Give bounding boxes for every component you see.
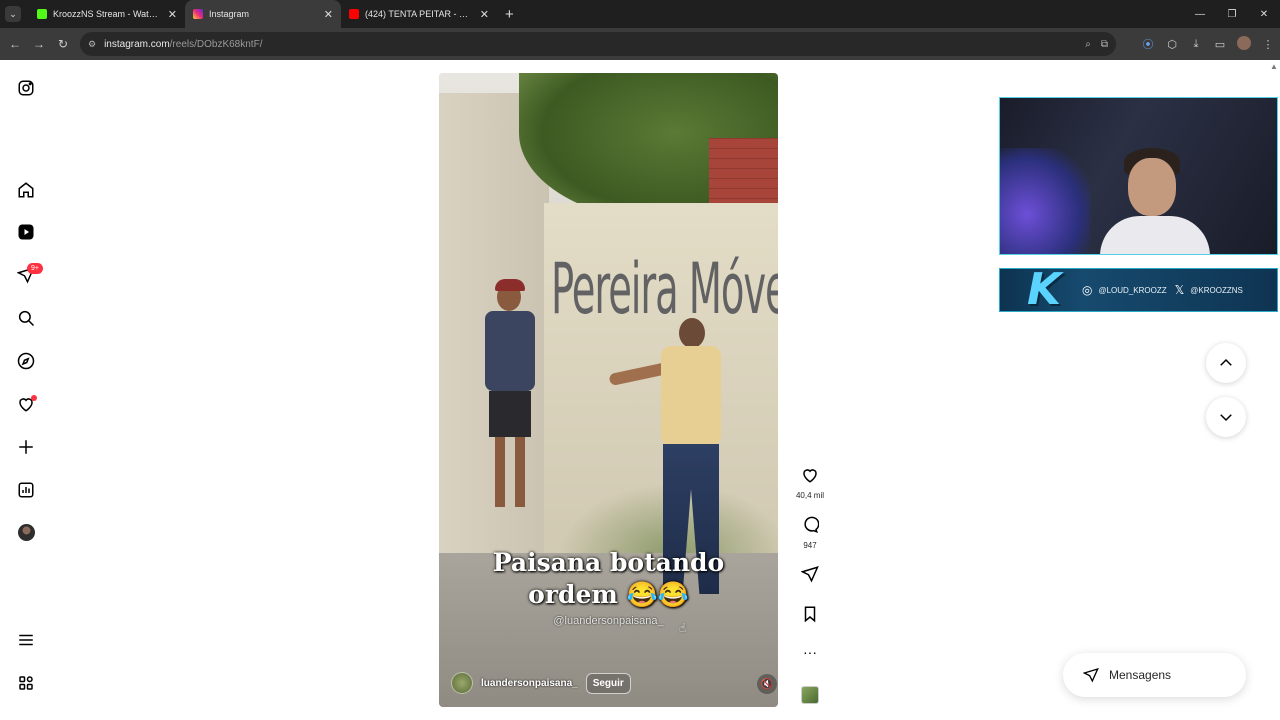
- home-icon[interactable]: [16, 180, 36, 200]
- instagram-icon: ◎: [1082, 283, 1093, 297]
- instagram-logo-icon[interactable]: [16, 78, 36, 98]
- browser-tab-strip: ⌄ KroozzNS Stream - Watch Live ✕ Instagr…: [0, 0, 1280, 28]
- instagram-handle-text: @LOUD_KROOZZ: [1098, 285, 1167, 295]
- x-logo-icon: 𝕏: [1174, 283, 1185, 297]
- reels-icon[interactable]: [16, 222, 36, 242]
- comment-icon: [804, 516, 820, 534]
- scroll-up-icon[interactable]: ▲: [1270, 62, 1278, 71]
- heart-icon: [803, 469, 817, 483]
- zoom-icon[interactable]: ⌕: [1085, 39, 1091, 50]
- reel-video[interactable]: Pereira Móve Paisana botando ordem 😂😂 @l…: [439, 73, 778, 707]
- next-reel-button[interactable]: [1206, 397, 1246, 437]
- video-person-left: [481, 279, 539, 523]
- also-from-meta-icon[interactable]: [16, 673, 36, 693]
- forward-icon[interactable]: →: [27, 37, 51, 51]
- tab-title: KroozzNS Stream - Watch Live: [53, 9, 162, 19]
- sidebar-toggle-icon[interactable]: ▭: [1208, 38, 1232, 51]
- more-options-icon[interactable]: ···: [795, 645, 825, 659]
- close-window-icon[interactable]: ✕: [1248, 9, 1280, 20]
- browser-toolbar: ← → ↻ ⚙ instagram.com/reels/DObzK68kntF/…: [0, 28, 1280, 60]
- site-info-icon[interactable]: ⚙: [88, 39, 96, 50]
- like-count: 40,4 mil: [795, 491, 824, 500]
- messages-label: Mensagens: [1109, 668, 1172, 682]
- notification-dot: [31, 395, 37, 401]
- author-username[interactable]: luandersonpaisana_: [481, 678, 578, 689]
- chevron-up-icon: [1220, 358, 1232, 366]
- window-controls: — ❐ ✕: [1184, 0, 1280, 28]
- restore-icon[interactable]: ❐: [1216, 9, 1248, 20]
- kroozz-logo: K: [1026, 264, 1062, 315]
- tab-instagram[interactable]: Instagram ✕: [185, 0, 341, 28]
- video-watermark-handle: @luandersonpaisana_: [553, 615, 664, 627]
- tab-youtube[interactable]: (424) TENTA PEITAR - MC GP, V ✕: [341, 0, 497, 28]
- share-icon: [800, 566, 819, 583]
- video-brick-wall: [709, 138, 778, 208]
- instagram-sidebar: 9+: [0, 60, 52, 720]
- audio-thumbnail[interactable]: [801, 686, 819, 704]
- download-icon[interactable]: ⤓: [1184, 38, 1208, 51]
- tab-close-icon[interactable]: ✕: [168, 8, 177, 21]
- reel-author-bar: luandersonpaisana_ Seguir 🔇: [451, 670, 777, 696]
- share-button[interactable]: [795, 565, 825, 588]
- search-icon[interactable]: [16, 308, 36, 328]
- tab-title: (424) TENTA PEITAR - MC GP, V: [365, 9, 474, 19]
- bookmark-icon: [804, 606, 816, 623]
- address-bar[interactable]: ⚙ instagram.com/reels/DObzK68kntF/ ⌕ ⧉: [80, 32, 1116, 56]
- messages-button[interactable]: Mensagens: [1063, 653, 1246, 697]
- new-tab-button[interactable]: +: [505, 6, 514, 23]
- stream-social-banner: K ◎ @LOUD_KROOZZ 𝕏 @KROOZZNS: [999, 268, 1278, 312]
- reload-icon[interactable]: ↻: [51, 37, 75, 51]
- dashboard-icon[interactable]: [16, 480, 36, 500]
- minimize-icon[interactable]: —: [1184, 9, 1216, 20]
- caption-line-1: Paisana botando: [492, 548, 725, 577]
- x-handle-text: @KROOZZNS: [1190, 285, 1243, 295]
- extension-icon[interactable]: ⦿: [1136, 36, 1160, 52]
- webcam-streamer: [1100, 146, 1210, 254]
- tab-search-icon[interactable]: ⌄: [5, 6, 21, 22]
- comment-button[interactable]: 947: [795, 516, 825, 550]
- direct-send-icon: [1083, 667, 1099, 683]
- more-menu-icon[interactable]: [16, 630, 36, 650]
- install-app-icon[interactable]: ⧉: [1101, 39, 1108, 50]
- streamer-webcam: [999, 97, 1278, 255]
- page-scrollbar[interactable]: ▲: [1268, 60, 1280, 720]
- browser-menu-icon[interactable]: ⋮: [1256, 38, 1280, 51]
- kick-favicon-icon: [37, 9, 47, 19]
- webcam-led-light: [1000, 148, 1090, 254]
- video-caption: Paisana botando ordem 😂😂: [439, 547, 778, 611]
- instagram-handle: ◎ @LOUD_KROOZZ: [1082, 283, 1167, 297]
- extensions-puzzle-icon[interactable]: ⬡: [1160, 38, 1184, 51]
- youtube-favicon-icon: [349, 9, 359, 19]
- url-path: /reels/DObzK68kntF/: [169, 38, 263, 50]
- profile-avatar[interactable]: [1232, 35, 1256, 53]
- profile-avatar[interactable]: [18, 524, 35, 541]
- toolbar-actions: ⦿ ⬡ ⤓ ▭ ⋮: [1136, 28, 1280, 60]
- tab-close-icon[interactable]: ✕: [480, 8, 489, 21]
- like-button[interactable]: 40,4 mil: [795, 466, 825, 500]
- x-handle: 𝕏 @KROOZZNS: [1175, 283, 1243, 297]
- hand-cursor-icon: ☝: [679, 621, 687, 635]
- muted-audio-icon[interactable]: 🔇: [757, 674, 777, 694]
- create-plus-icon[interactable]: [16, 437, 36, 457]
- back-icon[interactable]: ←: [3, 37, 27, 51]
- save-button[interactable]: [795, 605, 825, 628]
- tab-close-icon[interactable]: ✕: [324, 8, 333, 21]
- tab-kick[interactable]: KroozzNS Stream - Watch Live ✕: [29, 0, 185, 28]
- explore-compass-icon[interactable]: [16, 351, 36, 371]
- author-avatar[interactable]: [451, 672, 473, 694]
- follow-button[interactable]: Seguir: [585, 672, 631, 694]
- instagram-favicon-icon: [193, 9, 203, 19]
- previous-reel-button[interactable]: [1206, 343, 1246, 383]
- chevron-down-icon: [1220, 414, 1232, 422]
- caption-line-2: ordem 😂😂: [528, 580, 689, 609]
- tab-title: Instagram: [209, 9, 250, 19]
- url-host: instagram.com: [104, 38, 170, 50]
- comment-count: 947: [803, 541, 817, 550]
- notification-badge: 9+: [27, 263, 43, 274]
